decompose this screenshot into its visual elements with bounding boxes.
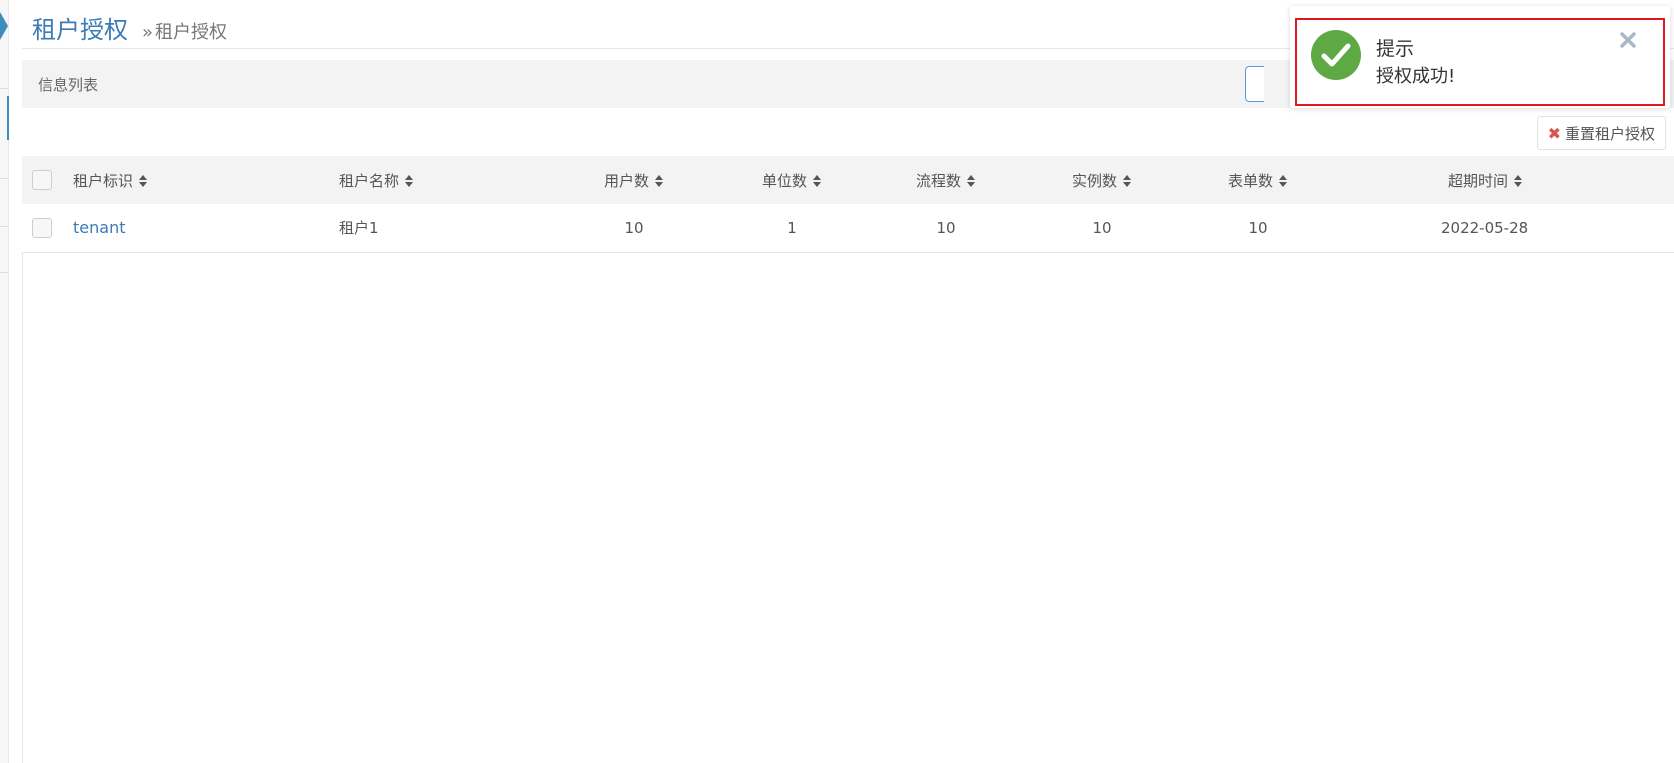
row-select-cell [22,204,62,252]
cell-units: 1 [787,218,797,237]
sort-icon [1279,174,1288,188]
reset-button-label: 重置租户授权 [1564,124,1655,143]
breadcrumb-current[interactable]: 租户授权 [155,18,227,44]
select-all-checkbox[interactable] [32,170,52,190]
cell-flows: 10 [936,218,956,237]
table-row[interactable]: tenant 租户1 10 1 10 10 10 2022-05-28 [22,204,1674,252]
sidebar-toggle-icon [0,12,8,40]
column-header-forms[interactable]: 表单数 [1180,156,1336,204]
sidebar-divider [0,272,8,273]
column-header-units[interactable]: 单位数 [716,156,868,204]
cell-instances: 10 [1092,218,1112,237]
table-header-row: 租户标识 租户名称 用户数 单位数 流程数 实例数 表单数 超期时间 [22,156,1674,204]
sidebar-divider [0,226,8,227]
close-icon: ✖ [1547,123,1561,143]
main-content: 租户授权 » 租户授权 信息列表 ✖ 重置租户授权 租户标识 租户名称 用户数 … [22,0,1674,763]
page-title: 租户授权 [32,16,128,44]
sidebar-active-indicator [7,96,9,140]
column-header-expire[interactable]: 超期时间 [1336,156,1674,204]
tenant-id-link[interactable]: tenant [73,218,125,237]
reset-tenant-auth-button[interactable]: ✖ 重置租户授权 [1536,116,1666,150]
sort-icon [1514,174,1523,188]
cell-expire: 2022-05-28 [1441,218,1529,237]
sort-icon [655,174,664,188]
check-icon [1311,30,1361,80]
column-header-flows[interactable]: 流程数 [868,156,1024,204]
sort-icon [813,174,822,188]
row-checkbox[interactable] [32,217,52,238]
tenant-table: 租户标识 租户名称 用户数 单位数 流程数 实例数 表单数 超期时间 tenan… [22,156,1674,253]
breadcrumb-separator: » [142,22,154,43]
sidebar-divider [0,88,8,89]
cell-tenant-name: 租户1 [339,219,379,238]
cell-users: 10 [624,218,644,237]
close-icon[interactable] [1618,30,1638,50]
column-header-tenant-name[interactable]: 租户名称 [328,156,552,204]
cell-tenant-id: tenant [62,204,328,252]
sort-icon [967,174,976,188]
panel-left-border [22,252,23,763]
sidebar-toggle[interactable] [0,0,9,140]
sidebar-divider [0,178,8,179]
search-input[interactable] [1245,66,1264,102]
column-header-users[interactable]: 用户数 [552,156,716,204]
cell-forms: 10 [1248,218,1268,237]
column-header-instances[interactable]: 实例数 [1024,156,1180,204]
toast-message: 授权成功! [1376,66,1456,87]
toast-title: 提示 [1376,38,1415,60]
breadcrumb: 租户授权 » 租户授权 [32,10,227,44]
panel-title: 信息列表 [38,76,99,94]
column-header-tenant-id[interactable]: 租户标识 [62,156,328,204]
sort-icon [139,174,148,188]
sort-icon [1123,174,1132,188]
sort-icon [405,174,414,188]
select-all-cell [22,156,62,204]
